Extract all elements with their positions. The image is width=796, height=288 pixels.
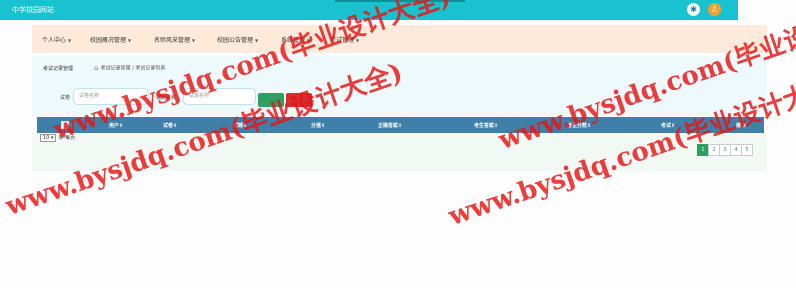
nav-item-label: 个人中心 — [42, 37, 67, 44]
breadcrumb: ⌂ 考试记录管理 / 考试记录列表 — [94, 64, 165, 72]
user-avatar-icon[interactable]: ♙ — [708, 3, 721, 16]
app-title: 中学校园网站 — [12, 6, 54, 14]
caret-down-icon: ▼ — [68, 38, 72, 43]
column-label: 分值 — [311, 123, 322, 129]
page-title: 考试记录管理 — [43, 66, 74, 72]
column-label: 考生答案 — [474, 123, 495, 129]
nav-item-teachers[interactable]: 名师风采管理 ▼ — [154, 35, 195, 44]
breadcrumb-path: 考试记录管理 / 考试记录列表 — [100, 65, 166, 72]
nav-item-campus-overview[interactable]: 校园概况管理 ▼ — [90, 35, 131, 44]
page-size-select[interactable]: 10 ▾ — [40, 134, 57, 142]
page-button-5[interactable]: 5 — [741, 144, 753, 156]
page-size-value: 10 — [43, 135, 50, 141]
nav-item-label: 校园概况管理 — [90, 37, 127, 44]
exam-paper-label: 试卷 — [60, 95, 71, 101]
column-header-score[interactable]: 分值⇕ — [311, 122, 325, 129]
nav-item-personal-center[interactable]: 个人中心 ▼ — [42, 35, 71, 44]
column-header-correct-answer[interactable]: 正确答案⇕ — [378, 122, 402, 129]
caret-down-icon: ▼ — [192, 38, 196, 43]
home-icon[interactable]: ⌂ — [94, 64, 98, 72]
caret-down-icon: ▼ — [128, 38, 132, 43]
nav-item-label: 名师风采管理 — [154, 37, 191, 44]
column-label: 正确答案 — [378, 123, 399, 129]
settings-icon[interactable]: ✱ — [687, 3, 700, 16]
